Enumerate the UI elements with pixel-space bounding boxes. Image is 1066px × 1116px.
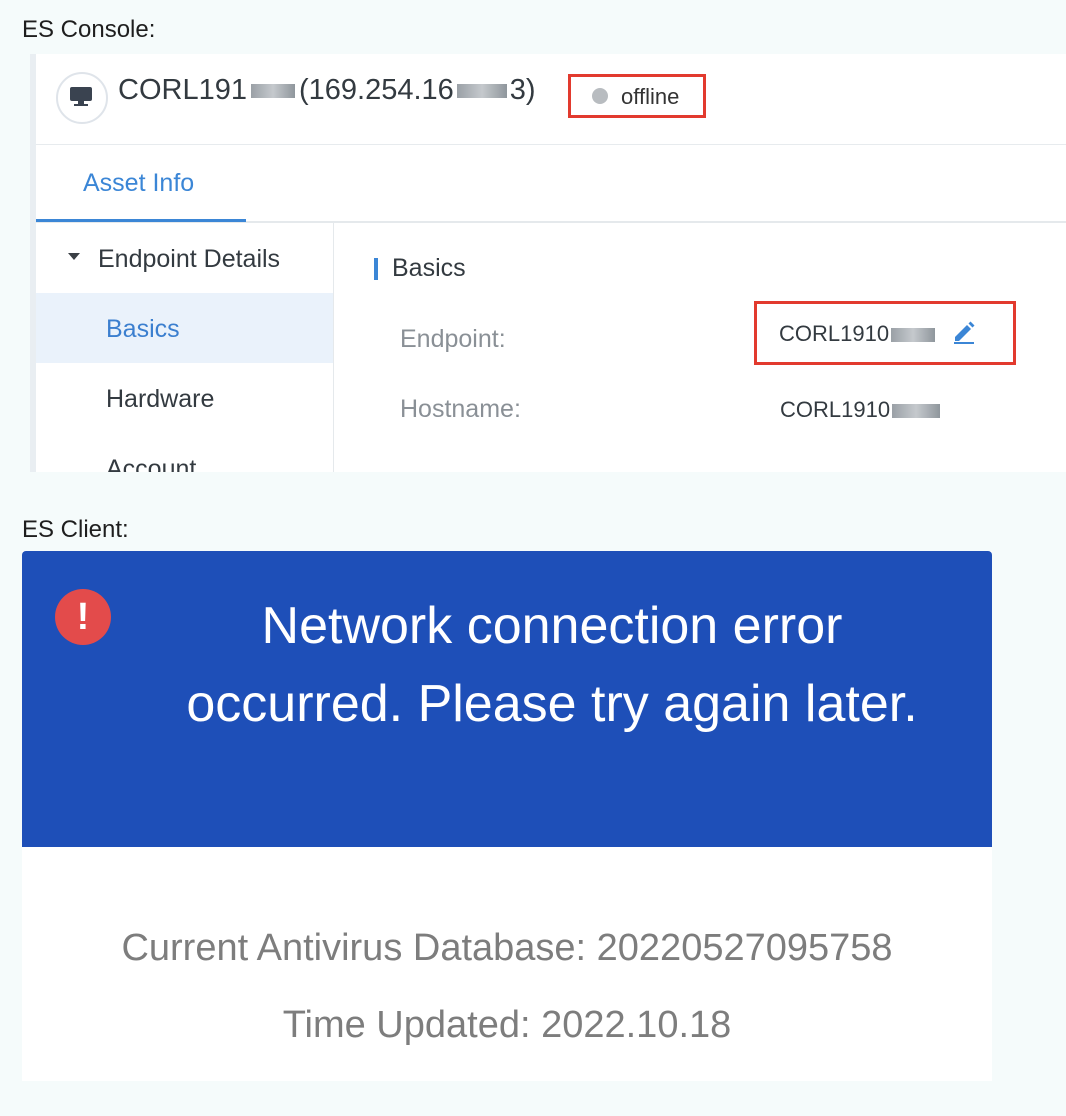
basics-content: Basics Endpoint: CORL1910 Hostname: CORL… [334,223,1066,472]
endpoint-value: CORL1910 [779,321,936,347]
error-line-2: occurred. Please try again later. [186,675,918,733]
endpoint-host-prefix: CORL191 [118,74,247,106]
status-dot-icon [592,88,608,104]
nav-item-hardware[interactable]: Hardware [36,363,333,433]
nav-item-label: Basics [106,315,180,343]
error-banner: ! Network connection error occurred. Ple… [22,551,992,847]
es-client-panel: ! Network connection error occurred. Ple… [22,551,992,1081]
section-title: Basics [392,254,466,282]
hostname-value: CORL1910 [780,397,941,423]
error-message: Network connection error occurred. Pleas… [152,587,952,743]
endpoint-ip-suffix: 3) [509,74,536,106]
es-console-panel: CORL191 (169.254.16 3) offline Asset Info … [30,54,1066,472]
nav-item-label: Account [106,455,197,472]
antivirus-database-text: Current Antivirus Database: 202205270957… [121,927,893,969]
endpoint-label: Endpoint: [400,325,506,353]
tab-bar: Asset Info [36,145,1066,223]
console-caption: ES Console: [22,16,156,43]
nav-item-account[interactable]: Account [36,433,333,472]
endpoint-details-nav: Endpoint Details Basics Hardware Account [36,223,334,472]
nav-item-basics[interactable]: Basics [36,293,333,363]
desktop-computer-icon [56,72,108,124]
redacted-blur [250,84,295,99]
endpoint-header: CORL191 (169.254.16 3) offline [36,54,1066,145]
redacted-blur [892,404,941,419]
tab-asset-info[interactable]: Asset Info [36,145,246,222]
endpoint-title: CORL191 (169.254.16 3) [118,74,536,107]
nav-group-label: Endpoint Details [98,245,281,273]
endpoint-ip-prefix: (169.254.16 [298,74,454,106]
redacted-blur [456,84,507,99]
redacted-blur [891,328,936,343]
hostname-label: Hostname: [400,395,521,423]
caret-down-icon [68,253,80,260]
endpoint-value-box: CORL1910 [754,301,1016,365]
endpoint-value-text: CORL1910 [779,321,890,346]
edit-pencil-icon[interactable] [951,319,977,345]
tab-asset-info-label: Asset Info [83,169,195,197]
client-caption: ES Client: [22,516,129,543]
error-line-1: Network connection error [261,597,843,655]
section-accent-bar [374,258,378,280]
exclamation-circle-icon: ! [55,589,111,645]
nav-item-label: Hardware [106,385,215,413]
hostname-value-text: CORL1910 [780,397,891,422]
status-badge: offline [568,74,706,118]
status-text: offline [621,84,680,109]
time-updated-text: Time Updated: 2022.10.18 [282,1004,732,1046]
nav-group-endpoint-details[interactable]: Endpoint Details [36,223,333,293]
